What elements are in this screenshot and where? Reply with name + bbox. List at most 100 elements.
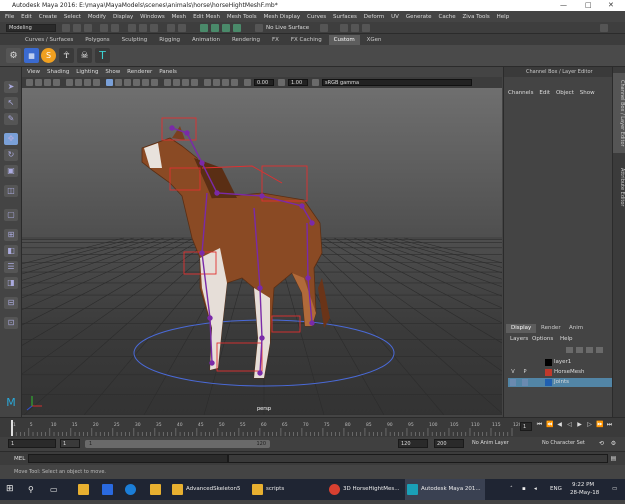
layer-color-swatch[interactable] — [545, 369, 552, 376]
network-icon[interactable]: ▪ — [522, 479, 532, 500]
layer-row-selected[interactable]: Joints — [508, 378, 612, 387]
select-object-icon[interactable] — [139, 24, 147, 32]
new-scene-icon[interactable] — [62, 24, 70, 32]
shelf-advanced-skeleton-icon[interactable]: S — [41, 48, 56, 63]
script-editor-icon[interactable]: ▤ — [610, 455, 617, 463]
layer-playback-toggle[interactable] — [522, 359, 528, 366]
current-frame-field[interactable]: 1 — [520, 422, 532, 431]
render-settings-icon[interactable] — [362, 24, 370, 32]
search-icon[interactable]: ⚲ — [28, 479, 42, 500]
layout-two-icon[interactable]: ◧ — [4, 245, 18, 257]
layer-tab-render[interactable]: Render — [536, 324, 566, 333]
layer-help-menu[interactable]: Help — [560, 336, 573, 342]
layout-extra-icon[interactable]: ⊡ — [4, 317, 18, 329]
select-hierarchy-icon[interactable] — [128, 24, 136, 32]
gate-mask-icon[interactable] — [93, 79, 100, 86]
menuset-dropdown[interactable]: Modeling — [6, 24, 56, 32]
bookmark-icon[interactable] — [44, 79, 51, 86]
auto-key-icon[interactable]: ⟲ — [598, 440, 605, 448]
isolate-select-icon[interactable] — [204, 79, 211, 86]
go-to-end-icon[interactable]: ⏭ — [606, 421, 613, 429]
wireframe-on-shaded-icon[interactable] — [124, 79, 131, 86]
select-tool-icon[interactable]: ➤ — [4, 81, 18, 93]
menu-select[interactable]: Select — [64, 14, 81, 20]
play-backward-icon[interactable]: ◁ — [566, 421, 573, 429]
xray-components-icon[interactable] — [231, 79, 238, 86]
viewport-menu-lighting[interactable]: Lighting — [76, 69, 98, 75]
layer-playback-toggle[interactable]: P — [522, 369, 528, 376]
taskbar-app[interactable]: 3D HorseHightMes... — [327, 479, 403, 500]
task-view-icon[interactable]: ▭ — [50, 479, 64, 500]
menu-deform[interactable]: Deform — [364, 14, 384, 20]
layout-four-icon[interactable]: ⊞ — [4, 229, 18, 241]
xray-icon[interactable] — [213, 79, 220, 86]
viewport-menu-shading[interactable]: Shading — [47, 69, 69, 75]
redo-icon[interactable] — [111, 24, 119, 32]
step-back-key-icon[interactable]: ⏪ — [546, 421, 553, 429]
volume-icon[interactable]: ◂ — [534, 479, 544, 500]
shelf-ziva-icon[interactable]: T — [95, 48, 110, 63]
layout-outliner-icon[interactable]: ☰ — [4, 261, 18, 273]
resolution-gate-icon[interactable] — [84, 79, 91, 86]
step-back-icon[interactable]: ◀ — [556, 421, 563, 429]
textured-icon[interactable] — [133, 79, 140, 86]
viewport-menu-panels[interactable]: Panels — [159, 69, 177, 75]
layer-tab-anim[interactable]: Anim — [564, 324, 588, 333]
command-input[interactable] — [28, 454, 228, 463]
viewport-menu-renderer[interactable]: Renderer — [127, 69, 152, 75]
channels-menu[interactable]: Channels — [508, 90, 533, 96]
layers-menu[interactable]: Layers — [510, 336, 528, 342]
go-to-start-icon[interactable]: ⏮ — [536, 421, 543, 429]
max-time-field[interactable]: 200 — [434, 439, 464, 448]
layer-color-swatch[interactable] — [545, 379, 552, 386]
layer-tab-display[interactable]: Display — [506, 324, 537, 333]
motion-blur-icon[interactable] — [173, 79, 180, 86]
exposure-icon[interactable] — [244, 79, 251, 86]
layer-color-swatch[interactable] — [545, 359, 552, 366]
mask-icon[interactable] — [167, 24, 175, 32]
store-icon[interactable] — [102, 484, 113, 495]
step-forward-key-icon[interactable]: ⏩ — [596, 421, 603, 429]
channel-object-menu[interactable]: Object — [556, 90, 574, 96]
start-button-icon[interactable]: ⊞ — [6, 479, 20, 500]
menu-cache[interactable]: Cache — [438, 14, 455, 20]
layer-visibility-toggle[interactable] — [510, 359, 516, 366]
menu-curves[interactable]: Curves — [307, 14, 326, 20]
side-tab-channel-box[interactable]: Channel Box / Layer Editor — [613, 73, 625, 153]
character-set-dropdown[interactable]: No Character Set — [540, 439, 595, 448]
live-surface-icon[interactable] — [255, 24, 263, 32]
perspective-viewport[interactable]: persp — [22, 88, 502, 415]
anim-prefs-icon[interactable]: ⚙ — [610, 440, 617, 448]
mel-label[interactable]: MEL — [14, 455, 25, 463]
snap-surface-icon[interactable] — [233, 24, 241, 32]
menu-mesh-tools[interactable]: Mesh Tools — [227, 14, 257, 20]
maximize-button[interactable]: □ — [585, 0, 592, 11]
minimize-button[interactable]: — — [560, 0, 567, 11]
time-slider[interactable]: 1 5 10 15 20 25 30 35 40 45 50 55 60 65 70 75 80 85 90 95 10… — [0, 417, 625, 437]
wireframe-icon[interactable] — [106, 79, 113, 86]
end-time-field[interactable]: 120 — [398, 439, 428, 448]
layer-row[interactable]: layer1 — [508, 358, 612, 367]
color-management-icon[interactable] — [312, 79, 319, 86]
side-tab-attribute-editor[interactable]: Attribute Editor — [613, 157, 625, 217]
save-scene-icon[interactable] — [84, 24, 92, 32]
camera-select-icon[interactable] — [26, 79, 33, 86]
shelf-skeleton-icon[interactable]: ☥ — [59, 48, 74, 63]
ipr-render-icon[interactable] — [351, 24, 359, 32]
file-explorer-icon[interactable] — [78, 484, 89, 495]
lights-icon[interactable] — [142, 79, 149, 86]
viewport-menu-show[interactable]: Show — [105, 69, 120, 75]
layer-visibility-toggle[interactable]: V — [510, 369, 516, 376]
layer-visibility-toggle[interactable] — [510, 379, 516, 386]
menu-windows[interactable]: Windows — [140, 14, 165, 20]
layer-move-down-icon[interactable] — [576, 347, 583, 353]
panel-toggle-icon[interactable] — [600, 24, 608, 32]
image-plane-icon[interactable] — [53, 79, 60, 86]
menu-mesh-display[interactable]: Mesh Display — [264, 14, 301, 20]
start-time-field[interactable]: 1 — [8, 439, 56, 448]
layer-playback-toggle[interactable] — [522, 379, 528, 386]
symmetry-icon[interactable] — [320, 24, 328, 32]
layout-single-icon[interactable]: ▢ — [4, 209, 18, 221]
open-scene-icon[interactable] — [73, 24, 81, 32]
taskbar-app[interactable]: scripts — [250, 479, 322, 500]
